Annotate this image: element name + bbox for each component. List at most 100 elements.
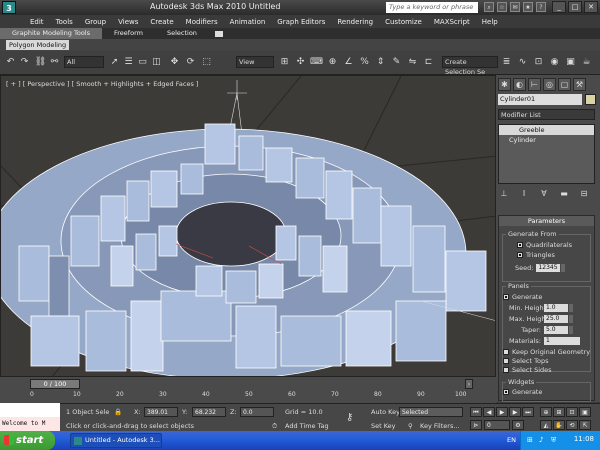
subscription-icon[interactable]: ☆ <box>497 2 507 12</box>
viewport-label[interactable]: [ + ] [ Perspective ] [ Smooth + Highlig… <box>6 80 198 88</box>
keep-geometry-option[interactable]: Keep Original Geometry <box>503 348 590 356</box>
stack-item-cylinder[interactable]: Cylinder <box>499 135 594 145</box>
key-filters-icon[interactable]: ⚲ <box>408 422 413 430</box>
volume-icon[interactable]: ♪ <box>539 436 543 444</box>
keep-geometry-checkbox[interactable] <box>503 349 509 355</box>
minimize-button[interactable]: _ <box>552 1 566 13</box>
named-selection-dropdown[interactable]: Create Selection Se <box>442 56 498 76</box>
select-move-icon[interactable]: ✥ <box>168 56 181 69</box>
select-manipulate-icon[interactable]: ✣ <box>294 56 307 69</box>
select-sides-checkbox[interactable] <box>503 367 509 373</box>
lock-selection-icon[interactable]: 🔒 <box>114 408 122 416</box>
triangles-checkbox[interactable] <box>517 252 523 258</box>
mirror-icon[interactable]: ⇋ <box>406 56 419 69</box>
pan-icon[interactable]: ✋ <box>553 420 565 430</box>
undo-icon[interactable]: ↶ <box>4 56 17 69</box>
object-color-swatch[interactable] <box>585 94 596 105</box>
pivot-center-icon[interactable]: ⊞ <box>278 56 291 69</box>
materials-input[interactable]: 1 <box>544 337 580 345</box>
zoom-icon[interactable]: ⊕ <box>540 407 552 417</box>
go-to-end-icon[interactable]: ⏭ <box>522 407 534 417</box>
maximize-viewport-icon[interactable]: ⇱ <box>579 420 591 430</box>
keyboard-shortcut-icon[interactable]: ⌨ <box>310 56 323 69</box>
language-indicator[interactable]: EN <box>507 436 516 444</box>
taper-spinner[interactable] <box>569 326 573 334</box>
menu-rendering[interactable]: Rendering <box>337 18 373 26</box>
zoom-extents-icon[interactable]: ⊡ <box>566 407 578 417</box>
maxscript-listener[interactable]: Welcome to M <box>0 403 60 431</box>
redo-icon[interactable]: ↷ <box>18 56 31 69</box>
panels-generate-checkbox[interactable] <box>503 294 509 300</box>
key-mode-toggle-icon[interactable]: ⊳ <box>470 420 482 430</box>
close-button[interactable]: ✕ <box>584 1 598 13</box>
field-of-view-icon[interactable]: ◭ <box>540 420 552 430</box>
min-height-spinner[interactable] <box>569 304 573 312</box>
select-sides-option[interactable]: Select Sides <box>503 366 552 374</box>
menu-animation[interactable]: Animation <box>230 18 266 26</box>
timeline-ruler[interactable]: 0 10 20 30 40 50 60 70 80 90 100 <box>30 391 470 403</box>
favorites-icon[interactable]: ★ <box>523 2 533 12</box>
menu-graph-editors[interactable]: Graph Editors <box>277 18 325 26</box>
time-slider[interactable]: 0 / 100 <box>30 379 80 389</box>
taper-input[interactable]: 5.0 <box>544 326 568 334</box>
app-logo-icon[interactable]: 3 <box>2 1 16 14</box>
set-key-button[interactable]: Set Key <box>371 422 396 430</box>
snaps-toggle-icon[interactable]: ⊕ <box>326 56 339 69</box>
tab-selection[interactable]: Selection <box>155 28 209 39</box>
add-time-tag-button[interactable]: Add Time Tag <box>285 422 329 430</box>
percent-snap-icon[interactable]: % <box>358 56 371 69</box>
select-by-name-icon[interactable]: ☰ <box>122 56 135 69</box>
pin-stack-icon[interactable]: ⊥ <box>498 188 510 200</box>
reference-coordinate-dropdown[interactable]: View <box>236 56 274 68</box>
taskbar-item-3dsmax[interactable]: Untitled - Autodesk 3... <box>70 433 162 448</box>
object-name-field[interactable]: Cylinder01 <box>498 94 582 105</box>
min-height-input[interactable]: 1.0 <box>544 304 568 312</box>
z-coordinate-field[interactable]: 0.0 <box>240 407 274 417</box>
key-mode-dropdown[interactable]: Selected <box>399 407 463 417</box>
spinner-snap-icon[interactable]: ⇕ <box>374 56 387 69</box>
security-icon[interactable]: ⛨ <box>551 436 556 445</box>
search-input[interactable]: Type a keyword or phrase <box>386 2 478 13</box>
polygon-modeling-panel[interactable]: Polygon Modeling <box>6 40 70 50</box>
search-icon[interactable]: ⌕ <box>484 2 494 12</box>
menu-maxscript[interactable]: MAXScript <box>434 18 470 26</box>
quadrilaterals-option[interactable]: Quadrilaterals <box>517 241 572 249</box>
rollout-title[interactable]: Parameters <box>499 216 594 226</box>
quadrilaterals-checkbox[interactable] <box>517 242 523 248</box>
help-icon[interactable]: ? <box>536 2 546 12</box>
align-icon[interactable]: ⊏ <box>422 56 435 69</box>
motion-tab-icon[interactable]: ◎ <box>543 78 556 91</box>
time-tag-icon[interactable]: ⏱ <box>272 422 277 431</box>
rect-selection-icon[interactable]: ▭ <box>136 56 149 69</box>
select-rotate-icon[interactable]: ⟳ <box>184 56 197 69</box>
x-coordinate-field[interactable]: 389.01 <box>144 407 178 417</box>
remove-modifier-icon[interactable]: ▬ <box>558 188 570 200</box>
render-production-icon[interactable]: ☕ <box>580 56 593 69</box>
maxscript-output[interactable]: Welcome to M <box>0 417 60 431</box>
material-editor-icon[interactable]: ◉ <box>548 56 561 69</box>
window-crossing-icon[interactable]: ◫ <box>150 56 163 69</box>
previous-frame-icon[interactable]: ◀ <box>483 407 495 417</box>
zoom-all-icon[interactable]: ⊞ <box>553 407 565 417</box>
scene-render[interactable] <box>1 76 496 377</box>
select-scale-icon[interactable]: ⬚ <box>200 56 213 69</box>
max-height-spinner[interactable] <box>569 315 573 323</box>
menu-create[interactable]: Create <box>150 18 173 26</box>
show-end-result-icon[interactable]: Ι <box>518 188 530 200</box>
menu-customize[interactable]: Customize <box>385 18 422 26</box>
zoom-extents-all-icon[interactable]: ▣ <box>579 407 591 417</box>
modifier-list-dropdown[interactable]: Modifier List <box>498 109 595 120</box>
stack-item-greeble[interactable]: Greeble <box>499 125 594 135</box>
network-icon[interactable]: ⊞ <box>527 436 533 444</box>
modify-tab-icon[interactable]: ◐ <box>513 78 526 91</box>
menu-views[interactable]: Views <box>118 18 138 26</box>
menu-tools[interactable]: Tools <box>56 18 73 26</box>
play-icon[interactable]: ▶ <box>496 407 508 417</box>
edit-named-selection-icon[interactable]: ✎ <box>390 56 403 69</box>
key-filters-button[interactable]: Key Filters... <box>420 422 460 430</box>
maximize-button[interactable]: □ <box>568 1 582 13</box>
auto-key-button[interactable]: Auto Key <box>371 408 400 416</box>
select-object-icon[interactable]: ➚ <box>108 56 121 69</box>
menu-help[interactable]: Help <box>482 18 498 26</box>
max-height-input[interactable]: 25.0 <box>544 315 568 323</box>
